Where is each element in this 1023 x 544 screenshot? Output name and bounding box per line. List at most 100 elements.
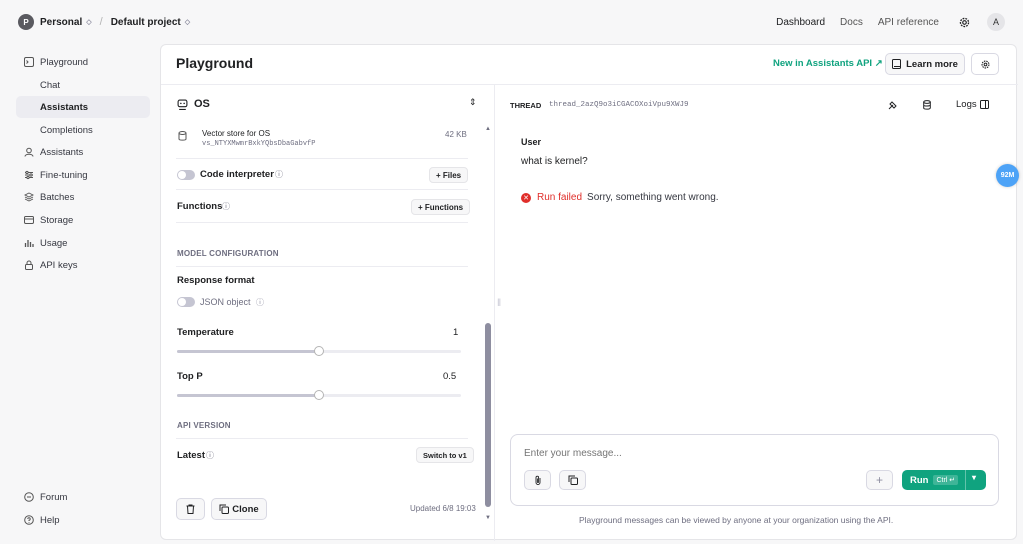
thread-id[interactable]: thread_2azQ9o3iCGACOXoiVpu9XWJ9 bbox=[549, 101, 689, 109]
updated-timestamp: Updated 6/8 19:03 bbox=[410, 504, 476, 513]
vector-store-id: vs_NTYXMwmrBxkYQbsDbaGabvfP bbox=[202, 140, 316, 148]
top-p-value[interactable]: 0.5 bbox=[443, 371, 456, 382]
info-icon[interactable]: ⓘ bbox=[206, 450, 214, 461]
thread-panel: THREAD thread_2azQ9o3iCGACOXoiVpu9XWJ9 L… bbox=[495, 85, 1018, 541]
sidebar-item-assistants[interactable]: Assistants bbox=[16, 141, 150, 163]
vector-store-name: Vector store for OS bbox=[202, 129, 271, 138]
temperature-slider-thumb[interactable] bbox=[314, 346, 324, 356]
breadcrumb-separator: / bbox=[99, 16, 103, 28]
chevron-updown-icon[interactable]: ⇕ bbox=[469, 97, 477, 108]
terminal-icon bbox=[24, 57, 34, 67]
vector-store-size: 42 KB bbox=[445, 130, 467, 139]
temperature-value[interactable]: 1 bbox=[453, 327, 458, 338]
project-switcher[interactable]: Default project ◇ bbox=[111, 17, 190, 28]
sidebar-item-label: API keys bbox=[40, 259, 78, 271]
nav-api-reference[interactable]: API reference bbox=[878, 17, 939, 28]
temperature-label: Temperature bbox=[177, 327, 234, 338]
assistant-config-panel: OS ⇕ Vector store for OS vs_NTYXMwmrBxkY… bbox=[161, 85, 495, 541]
divider bbox=[176, 266, 468, 267]
vector-store-icon bbox=[178, 131, 187, 143]
trash-icon bbox=[186, 504, 195, 514]
sidebar-item-label: Assistants bbox=[40, 101, 89, 113]
add-message-button[interactable]: + bbox=[866, 470, 893, 490]
sidebar-item-usage[interactable]: Usage bbox=[16, 232, 150, 254]
database-icon[interactable] bbox=[923, 100, 931, 112]
config-scrollbar[interactable]: ▲ ▼ bbox=[485, 126, 491, 521]
new-in-assistants-link[interactable]: New in Assistants API ↗ bbox=[773, 58, 883, 69]
sidebar-item-label: Batches bbox=[40, 191, 75, 203]
info-icon[interactable]: ⓘ bbox=[256, 297, 264, 308]
sidebar-item-batches[interactable]: Batches bbox=[16, 186, 150, 208]
assistant-icon bbox=[177, 99, 188, 110]
org-name: Personal bbox=[40, 16, 83, 28]
switch-to-v1-button[interactable]: Switch to v1 bbox=[416, 447, 474, 463]
button-divider bbox=[965, 470, 966, 490]
sidebar-toggle-icon bbox=[979, 100, 989, 109]
divider bbox=[176, 189, 468, 190]
sidebar-item-assistants-playground[interactable]: Assistants bbox=[16, 96, 150, 118]
info-icon[interactable]: ⓘ bbox=[222, 201, 230, 212]
json-object-toggle[interactable] bbox=[177, 297, 195, 307]
clear-thread-icon[interactable] bbox=[888, 100, 898, 112]
divider bbox=[176, 438, 468, 439]
top-bar: P Personal ◇ / Default project ◇ Dashboard… bbox=[0, 0, 1023, 44]
assistant-icon bbox=[24, 147, 34, 157]
sidebar-item-forum[interactable]: Forum bbox=[16, 486, 150, 508]
run-status: Run failed bbox=[537, 192, 583, 203]
api-version-title: API VERSION bbox=[177, 421, 231, 430]
message-input[interactable] bbox=[524, 445, 984, 461]
run-button[interactable]: Run Ctrl ↵ ▾ bbox=[902, 470, 986, 490]
temperature-slider-fill bbox=[177, 350, 319, 353]
logs-button[interactable]: Logs bbox=[956, 99, 989, 110]
sidebar-item-completions[interactable]: Completions bbox=[16, 119, 150, 141]
lock-icon bbox=[24, 260, 34, 270]
chevron-down-icon[interactable]: ▾ bbox=[972, 473, 976, 482]
composer-footer-note: Playground messages can be viewed by any… bbox=[579, 515, 894, 525]
chevron-updown-icon: ◇ bbox=[86, 19, 92, 26]
clone-button[interactable]: Clone bbox=[211, 498, 267, 520]
model-config-title: MODEL CONFIGURATION bbox=[177, 249, 279, 258]
functions-label: Functions bbox=[177, 201, 223, 212]
org-avatar[interactable]: P bbox=[18, 14, 34, 30]
top-p-label: Top P bbox=[177, 371, 203, 382]
add-functions-button[interactable]: + Functions bbox=[411, 199, 471, 215]
add-files-button[interactable]: + Files bbox=[429, 167, 469, 183]
info-icon[interactable]: ⓘ bbox=[275, 169, 283, 180]
attach-button[interactable] bbox=[524, 470, 551, 490]
user-avatar[interactable]: A bbox=[987, 13, 1005, 31]
nav-docs[interactable]: Docs bbox=[840, 17, 863, 28]
storage-icon bbox=[24, 215, 34, 225]
top-p-slider-thumb[interactable] bbox=[314, 390, 324, 400]
plus-icon: + bbox=[875, 473, 883, 487]
playground-settings-button[interactable] bbox=[971, 53, 999, 75]
delete-assistant-button[interactable] bbox=[176, 498, 205, 520]
response-format-label: Response format bbox=[177, 275, 255, 286]
settings-gear-icon[interactable] bbox=[957, 15, 971, 29]
top-p-slider[interactable] bbox=[177, 390, 461, 400]
sidebar-item-label: Assistants bbox=[40, 146, 84, 158]
floating-badge[interactable]: 92M bbox=[996, 164, 1019, 187]
scroll-up-arrow-icon[interactable]: ▲ bbox=[485, 126, 491, 132]
sidebar-item-playground[interactable]: Playground bbox=[16, 51, 150, 73]
sidebar-item-help[interactable]: Help bbox=[16, 509, 150, 531]
nav-dashboard[interactable]: Dashboard bbox=[776, 17, 825, 28]
sidebar-item-fine-tuning[interactable]: Fine-tuning bbox=[16, 164, 150, 186]
learn-more-label: Learn more bbox=[906, 58, 958, 70]
scroll-down-arrow-icon[interactable]: ▼ bbox=[485, 515, 491, 521]
error-x-icon: ✕ bbox=[521, 192, 531, 203]
json-object-label: JSON object bbox=[200, 297, 251, 307]
sidebar-item-label: Storage bbox=[40, 214, 74, 226]
sidebar-item-api-keys[interactable]: API keys bbox=[16, 254, 150, 276]
project-name: Default project bbox=[110, 16, 181, 28]
sidebar-item-storage[interactable]: Storage bbox=[16, 209, 150, 231]
code-interpreter-toggle[interactable] bbox=[177, 170, 195, 180]
api-version-label: Latest bbox=[177, 450, 205, 461]
image-button[interactable] bbox=[559, 470, 586, 490]
assistant-selector[interactable]: OS bbox=[177, 98, 210, 110]
sidebar-item-chat[interactable]: Chat bbox=[16, 74, 150, 96]
scrollbar-thumb[interactable] bbox=[485, 323, 491, 507]
org-switcher[interactable]: Personal ◇ bbox=[40, 17, 92, 28]
learn-more-button[interactable]: Learn more bbox=[885, 53, 965, 75]
temperature-slider[interactable] bbox=[177, 346, 461, 356]
top-nav: Dashboard Docs API reference A bbox=[761, 13, 1005, 31]
